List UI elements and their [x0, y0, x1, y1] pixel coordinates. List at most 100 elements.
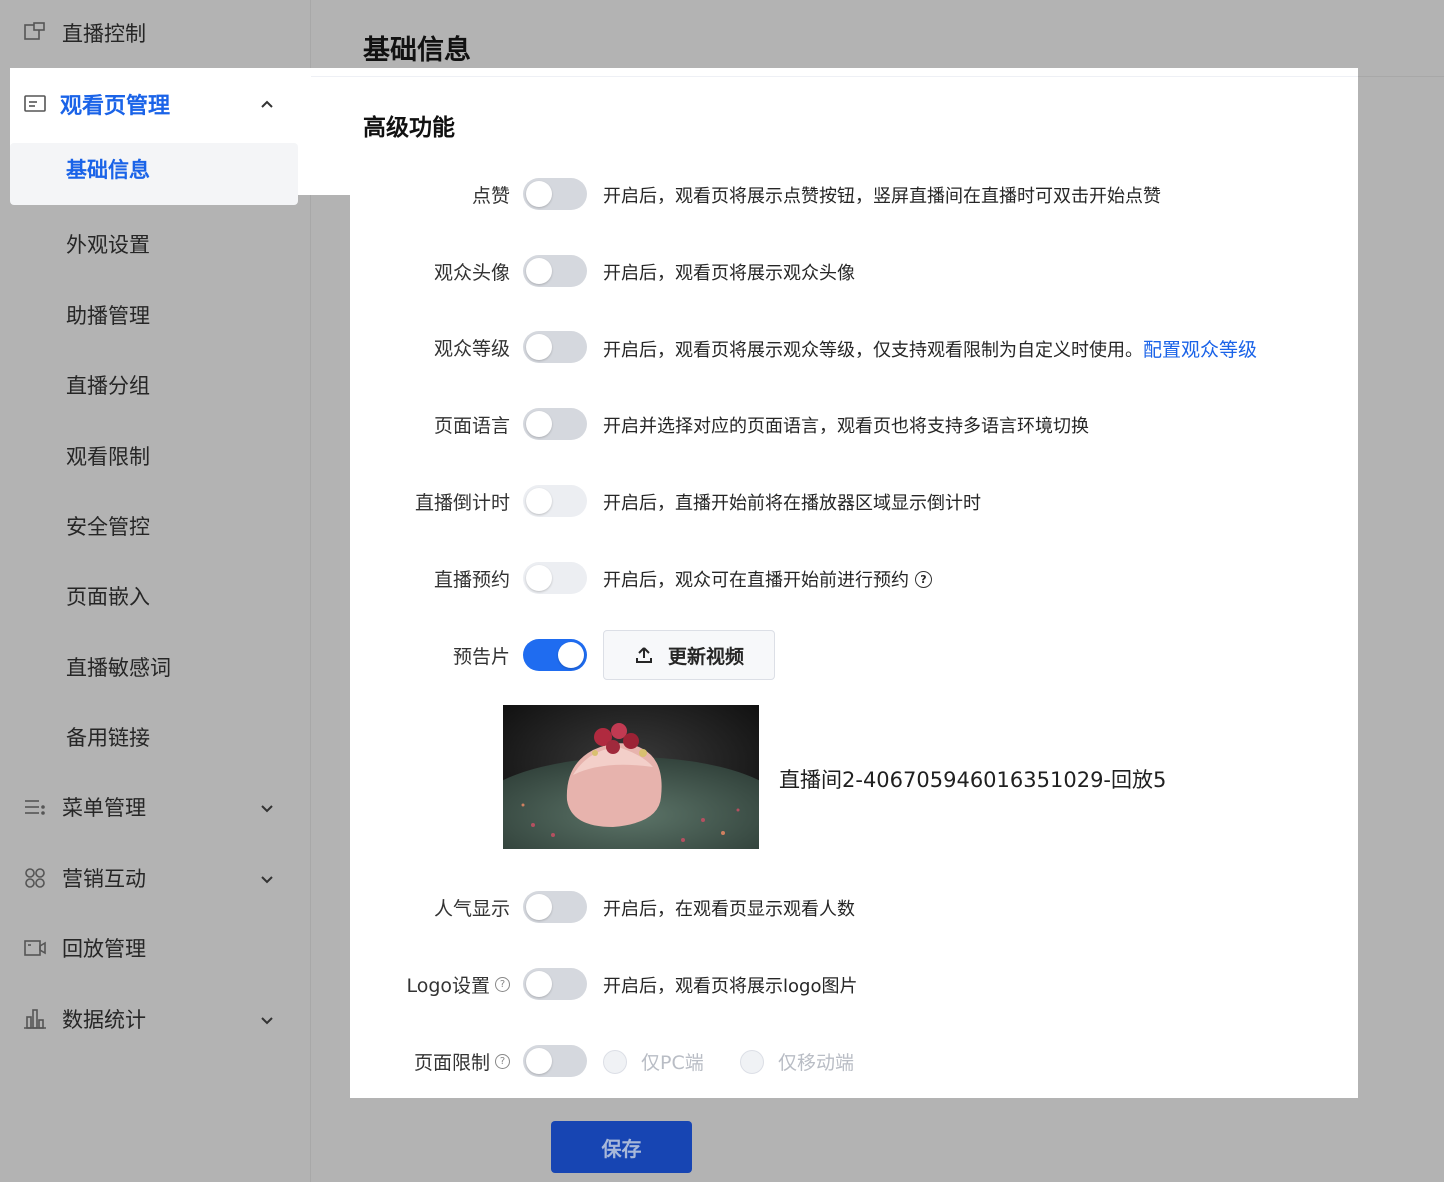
like-toggle[interactable] [523, 178, 587, 210]
sidebar-item-label: 回放管理 [62, 937, 146, 961]
help-icon[interactable]: ? [495, 1054, 510, 1069]
setting-desc: 开启后，在观看页显示观看人数 [603, 899, 855, 920]
sidebar-item-label: 安全管控 [66, 515, 150, 539]
sidebar-item-security[interactable]: 安全管控 [66, 506, 150, 546]
radio-dot [740, 1049, 764, 1074]
sidebar-item-label: 观看限制 [66, 445, 150, 469]
sidebar-item-label: 助播管理 [66, 304, 150, 328]
save-button[interactable]: 保存 [551, 1121, 692, 1173]
avatar-toggle[interactable] [523, 255, 587, 287]
setting-desc: 开启后，观看页将展示观众头像 [603, 263, 855, 284]
chevron-down-icon[interactable] [258, 870, 276, 888]
setting-desc: 开启后，观看页将展示观众等级，仅支持观看限制为自定义时使用。 配置观众等级 [603, 335, 1257, 362]
setting-label: 页面限制 [413, 1052, 490, 1074]
sidebar-item-appearance[interactable]: 外观设置 [66, 224, 150, 264]
setting-desc-text: 开启后，观众可在直播开始前进行预约 [603, 570, 909, 591]
sidebar-item-label: 营销互动 [62, 867, 146, 891]
configure-level-link[interactable]: 配置观众等级 [1143, 335, 1257, 362]
list-icon [22, 794, 48, 820]
setting-logo: Logo设置 ? 开启后，观看页将展示logo图片 [350, 967, 1358, 1001]
sidebar-item-label: 数据统计 [62, 1008, 146, 1032]
radio-dot [603, 1049, 627, 1074]
sidebar-item-playback[interactable]: 回放管理 [22, 928, 146, 968]
grid-icon [22, 865, 48, 891]
sidebar-item-live-group[interactable]: 直播分组 [66, 365, 150, 405]
setting-popularity: 人气显示 开启后，在观看页显示观看人数 [350, 890, 1358, 924]
setting-desc: 开启后，直播开始前将在播放器区域显示倒计时 [603, 493, 981, 514]
radio-label: 仅PC端 [641, 1052, 704, 1074]
sidebar-item-label: 备用链接 [66, 726, 150, 750]
monitor-icon [22, 20, 48, 46]
setting-label-wrap: Logo设置 ? [406, 971, 510, 998]
setting-like: 点赞 开启后，观看页将展示点赞按钮，竖屏直播间在直播时可双击开始点赞 [350, 177, 1358, 211]
sidebar-group-viewing-page[interactable]: 观看页管理 基础信息 [10, 68, 350, 205]
setting-desc-text: 开启后，观看页将展示观众等级，仅支持观看限制为自定义时使用。 [603, 339, 1143, 361]
sidebar-item-label: 外观设置 [66, 233, 150, 257]
trailer-toggle[interactable] [523, 639, 587, 671]
setting-label: 观众等级 [433, 338, 510, 360]
sidebar-item-basic-info[interactable]: 基础信息 [10, 143, 298, 205]
radio-label: 仅移动端 [778, 1052, 855, 1074]
setting-desc: 开启并选择对应的页面语言，观看页也将支持多语言环境切换 [603, 416, 1089, 437]
panel-connector [311, 68, 350, 195]
sidebar-item-label: 直播敏感词 [66, 656, 171, 680]
setting-language: 页面语言 开启并选择对应的页面语言，观看页也将支持多语言环境切换 [350, 407, 1358, 441]
sidebar-item-label: 直播控制 [62, 22, 146, 46]
chevron-down-icon[interactable] [258, 1011, 276, 1029]
setting-level: 观众等级 开启后，观看页将展示观众等级，仅支持观看限制为自定义时使用。 配置观众… [350, 330, 1358, 364]
sidebar-item-view-restriction[interactable]: 观看限制 [66, 436, 150, 476]
setting-desc: 开启后，观众可在直播开始前进行预约 ? [603, 566, 932, 592]
setting-label: 点赞 [471, 185, 510, 207]
level-toggle[interactable] [523, 331, 587, 363]
logo-toggle[interactable] [523, 968, 587, 1000]
language-toggle[interactable] [523, 408, 587, 440]
sidebar-item-backup-link[interactable]: 备用链接 [66, 717, 150, 757]
countdown-toggle[interactable] [523, 485, 587, 517]
setting-label: 人气显示 [433, 898, 510, 920]
sidebar-item-marketing[interactable]: 营销互动 [22, 858, 146, 898]
reservation-toggle[interactable] [523, 562, 587, 594]
setting-reservation: 直播预约 开启后，观众可在直播开始前进行预约 ? [350, 561, 1358, 595]
update-video-label: 更新视频 [667, 645, 744, 668]
sidebar-item-sensitive-words[interactable]: 直播敏感词 [66, 647, 171, 687]
chevron-down-icon[interactable] [258, 799, 276, 817]
setting-label: 预告片 [452, 646, 510, 668]
setting-avatar: 观众头像 开启后，观看页将展示观众头像 [350, 254, 1358, 288]
sidebar-group-label: 观看页管理 [60, 94, 171, 119]
section-title: 高级功能 [363, 115, 455, 141]
setting-label: 直播预约 [433, 569, 510, 591]
panel-divider [311, 76, 1358, 77]
sidebar-item-label: 直播分组 [66, 374, 150, 398]
sidebar-item-live-control[interactable]: 直播控制 [22, 13, 146, 53]
page-title: 基础信息 [363, 35, 471, 66]
update-video-button[interactable]: 更新视频 [603, 630, 775, 680]
trailer-thumbnail [503, 705, 759, 849]
setting-desc: 开启后，观看页将展示点赞按钮，竖屏直播间在直播时可双击开始点赞 [603, 186, 1161, 207]
radio-pc-only[interactable]: 仅PC端 [603, 1048, 704, 1075]
setting-countdown: 直播倒计时 开启后，直播开始前将在播放器区域显示倒计时 [350, 484, 1358, 518]
setting-label: 直播倒计时 [414, 492, 510, 514]
sidebar-item-embed[interactable]: 页面嵌入 [66, 576, 150, 616]
setting-label: Logo设置 [406, 975, 490, 997]
radio-mobile-only[interactable]: 仅移动端 [740, 1048, 854, 1075]
upload-icon [635, 647, 652, 663]
setting-label-wrap: 页面限制 ? [414, 1048, 510, 1075]
chevron-up-icon[interactable] [258, 96, 276, 114]
setting-page-restriction: 页面限制 ? 仅PC端 仅移动端 [350, 1044, 1358, 1078]
page-icon [22, 91, 48, 117]
setting-label: 页面语言 [433, 415, 510, 437]
sidebar-item-label: 菜单管理 [62, 796, 146, 820]
trailer-video-name: 直播间2-406705946016351029-回放5 [779, 768, 1167, 792]
sidebar-item-label: 页面嵌入 [66, 585, 150, 609]
sidebar-item-statistics[interactable]: 数据统计 [22, 999, 146, 1039]
popularity-toggle[interactable] [523, 891, 587, 923]
help-icon[interactable]: ? [915, 570, 932, 588]
video-icon [22, 935, 48, 961]
help-icon[interactable]: ? [495, 977, 510, 992]
sidebar-item-assistant[interactable]: 助播管理 [66, 295, 150, 335]
sidebar-item-menu[interactable]: 菜单管理 [22, 787, 146, 827]
page-restriction-toggle[interactable] [523, 1045, 587, 1077]
setting-label: 观众头像 [433, 262, 510, 284]
setting-trailer: 预告片 更新视频 [350, 630, 1358, 680]
bar-chart-icon [22, 1006, 48, 1032]
